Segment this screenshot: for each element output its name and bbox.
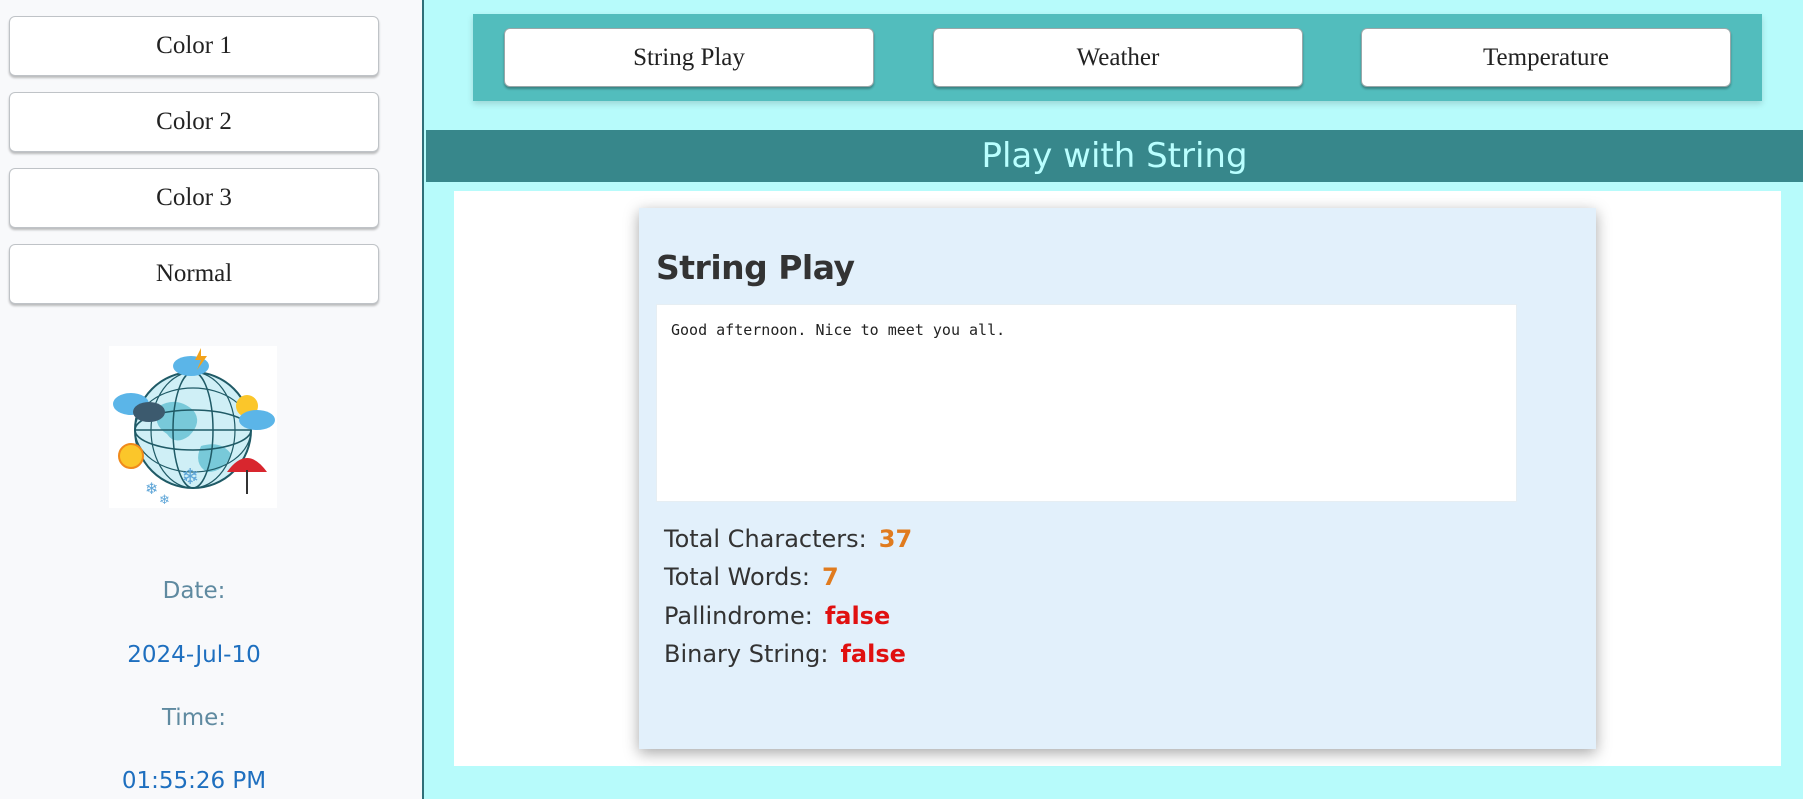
binary-string-value: false [840,640,906,668]
date-label: Date: [162,578,226,604]
palindrome-label: Pallindrome: [664,602,813,630]
color-2-button[interactable]: Color 2 [9,92,379,152]
palindrome-value: false [824,602,891,630]
palindrome-stat: Pallindrome: false [664,602,890,630]
tab-temperature[interactable]: Temperature [1361,28,1731,87]
binary-string-stat: Binary String: false [664,640,906,668]
time-value: 01:55:26 PM [121,768,267,794]
svg-text:❄: ❄ [159,493,170,508]
tab-weather[interactable]: Weather [933,28,1303,87]
time-label: Time: [161,705,227,731]
binary-string-label: Binary String: [664,640,829,668]
total-words-label: Total Words: [664,563,810,591]
date-value: 2024-Jul-10 [127,642,261,668]
color-3-button[interactable]: Color 3 [9,168,379,228]
color-1-button[interactable]: Color 1 [9,16,379,76]
total-characters-stat: Total Characters: 37 [664,525,912,553]
card-title: String Play [656,248,855,287]
total-characters-value: 37 [878,525,913,553]
string-input[interactable]: Good afternoon. Nice to meet you all. [656,304,1517,502]
top-navigation: String Play Weather Temperature [473,14,1762,101]
total-words-stat: Total Words: 7 [664,563,839,591]
normal-color-button[interactable]: Normal [9,244,379,304]
total-words-value: 7 [821,563,839,591]
string-play-card: String Play Good afternoon. Nice to meet… [639,208,1596,749]
svg-text:❄: ❄ [145,479,158,498]
svg-text:❄: ❄ [181,465,199,490]
total-characters-label: Total Characters: [664,525,867,553]
sidebar: Color 1 Color 2 Color 3 Normal ❄ ❄ ❄ Dat… [0,0,424,799]
tab-string-play[interactable]: String Play [504,28,874,87]
weather-globe-icon: ❄ ❄ ❄ [109,346,277,508]
page-title: Play with String [426,130,1803,182]
